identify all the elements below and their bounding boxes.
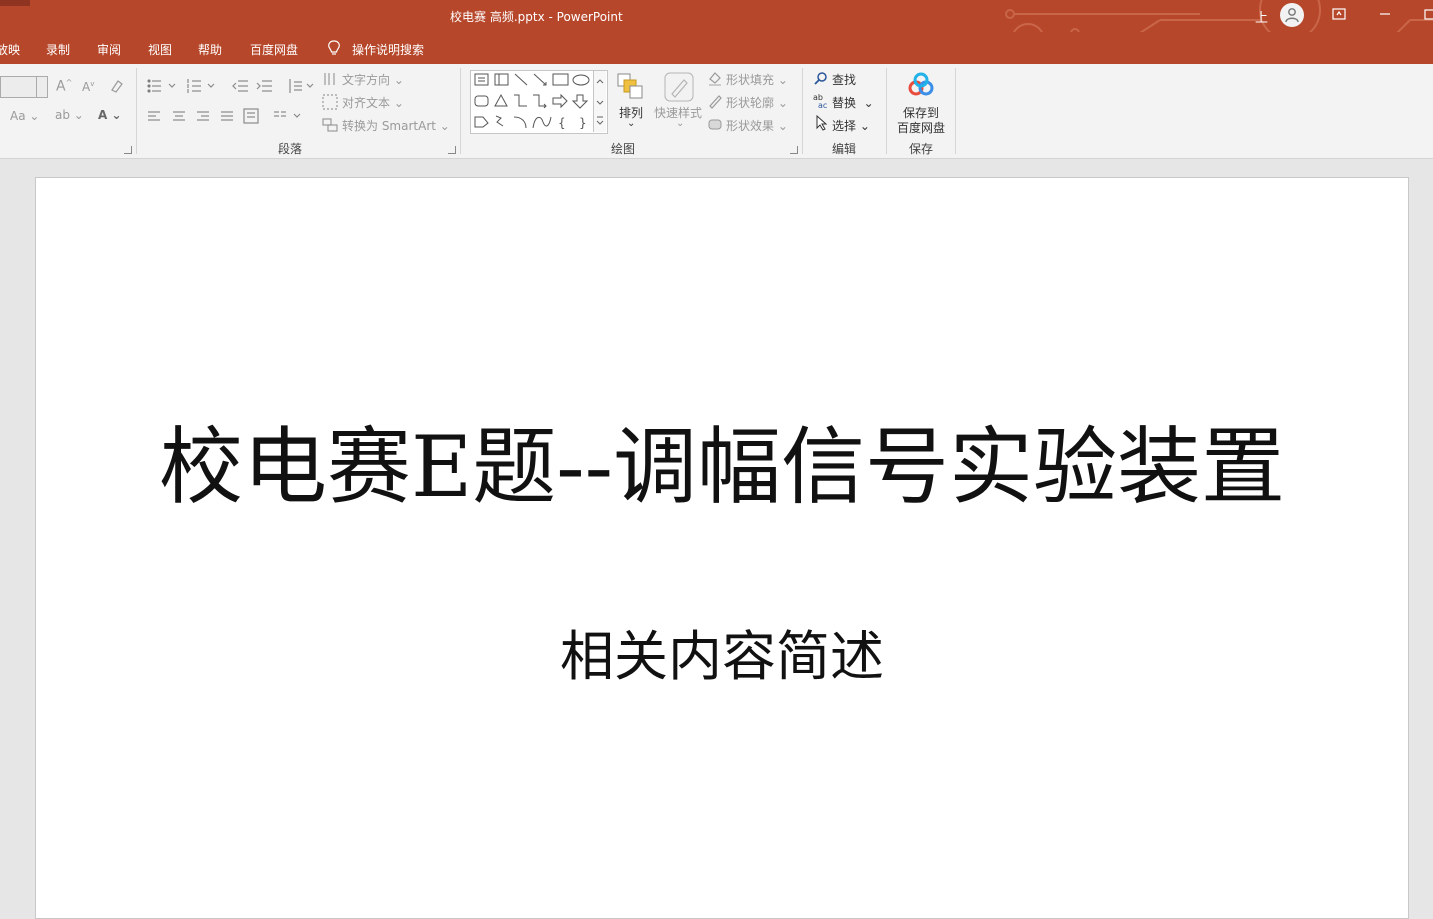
drawing-group-label: 绘图	[611, 142, 636, 156]
tab-view[interactable]: 视图	[148, 41, 172, 58]
shape-fill-button[interactable]: 形状填充 ⌄	[726, 71, 788, 88]
ribbon: A^ Av Aa ⌄ ab ⌄ A ⌄ 文字方向 ⌄ 对齐文本 ⌄ 转换为 Sm…	[0, 64, 1433, 159]
shape-effects-label: 形状效果	[726, 119, 775, 133]
shape-outline-label: 形状轮廓	[726, 96, 775, 110]
baidu-netdisk-icon[interactable]	[906, 72, 936, 98]
ribbon-display-icon	[1332, 8, 1346, 20]
smartart-icon[interactable]	[322, 117, 338, 133]
replace-button[interactable]: 替换 ⌄	[832, 94, 874, 111]
replace-label: 替换	[832, 96, 857, 110]
circuit-decoration-icon	[1005, 0, 1433, 32]
maximize-button[interactable]	[1424, 7, 1433, 25]
bullets-icon[interactable]	[147, 78, 177, 94]
change-case-button[interactable]: Aa ⌄	[10, 109, 39, 123]
editing-group-label: 编辑	[832, 142, 857, 156]
slide-canvas[interactable]: 校电赛E题--调幅信号实验装置 相关内容简述	[35, 177, 1409, 919]
user-icon	[1285, 8, 1299, 23]
justify-icon[interactable]	[220, 110, 234, 122]
group-separator	[886, 68, 887, 154]
window-corner	[0, 0, 30, 6]
account-avatar[interactable]	[1280, 3, 1304, 27]
ribbon-display-options-button[interactable]	[1332, 7, 1346, 25]
find-button[interactable]: 查找	[832, 71, 856, 88]
minimize-icon	[1380, 13, 1390, 15]
paragraph-group-label: 段落	[278, 142, 303, 156]
shapes-gallery-scrollbar[interactable]	[593, 71, 606, 132]
convert-smartart-label: 转换为 SmartArt	[342, 119, 436, 133]
numbering-icon[interactable]	[186, 78, 216, 94]
window-title: 校电赛 高频.pptx - PowerPoint	[450, 10, 623, 24]
minimize-button[interactable]	[1378, 7, 1392, 25]
lightbulb-icon	[328, 40, 340, 55]
align-text-button[interactable]: 对齐文本 ⌄	[342, 94, 404, 111]
align-text-icon[interactable]	[322, 94, 338, 110]
title-bar: 校电赛 高频.pptx - PowerPoint 上	[0, 0, 1433, 32]
change-case-label: Aa	[10, 109, 26, 123]
align-text-label: 对齐文本	[342, 96, 391, 110]
svg-text:}: }	[579, 116, 587, 130]
save-to-line2[interactable]: 百度网盘	[897, 119, 945, 136]
align-center-icon[interactable]	[172, 110, 186, 122]
arrange-dropdown-icon[interactable]: ⌄	[627, 118, 635, 129]
replace-icon[interactable]: abac	[812, 92, 830, 110]
shapes-gallery[interactable]: { }	[470, 70, 608, 134]
tab-review[interactable]: 审阅	[97, 41, 121, 58]
tab-help[interactable]: 帮助	[198, 41, 222, 58]
line-spacing-icon[interactable]	[287, 78, 315, 94]
ribbon-tabs: 放映 录制 审阅 视图 帮助 百度网盘 操作说明搜索	[0, 32, 1433, 64]
grow-font-icon[interactable]: A^	[56, 78, 72, 95]
search-icon[interactable]	[814, 71, 828, 85]
text-direction-label: 文字方向	[342, 73, 391, 87]
text-direction-button[interactable]: 文字方向 ⌄	[342, 71, 404, 88]
svg-text:{: {	[558, 116, 566, 130]
tell-me-search[interactable]: 操作说明搜索	[352, 41, 424, 58]
arrange-icon[interactable]	[616, 72, 644, 100]
quick-styles-icon[interactable]	[664, 72, 694, 102]
char-spacing-button[interactable]: ab ⌄	[55, 108, 84, 122]
shape-effects-icon[interactable]	[707, 116, 723, 132]
group-separator	[955, 68, 956, 154]
group-separator	[802, 68, 803, 154]
shape-outline-button[interactable]: 形状轮廓 ⌄	[726, 94, 788, 111]
shape-effects-button[interactable]: 形状效果 ⌄	[726, 117, 788, 134]
gallery-scroll-arrows-icon	[596, 79, 604, 125]
group-separator	[136, 68, 137, 154]
decrease-indent-icon[interactable]	[231, 78, 249, 94]
font-dialog-launcher[interactable]	[124, 146, 132, 154]
tab-record[interactable]: 录制	[46, 41, 70, 58]
font-color-button[interactable]: A ⌄	[98, 108, 122, 122]
svg-text:ac: ac	[818, 101, 827, 110]
slide-title[interactable]: 校电赛E题--调幅信号实验装置	[36, 400, 1408, 521]
text-direction-icon[interactable]	[322, 71, 338, 87]
slide-subtitle[interactable]: 相关内容简述	[36, 612, 1408, 691]
paint-bucket-icon[interactable]	[707, 70, 723, 86]
pen-icon[interactable]	[707, 93, 723, 109]
clear-format-icon[interactable]	[108, 78, 124, 94]
drawing-dialog-launcher[interactable]	[790, 146, 798, 154]
cursor-icon[interactable]	[815, 115, 829, 131]
shapes-gallery-icons[interactable]: { }	[471, 71, 595, 133]
maximize-icon	[1424, 9, 1433, 20]
user-initial: 上	[1255, 11, 1269, 26]
increase-indent-icon[interactable]	[255, 78, 273, 94]
save-group-label: 保存	[909, 142, 934, 156]
distributed-icon[interactable]	[243, 108, 259, 124]
quick-styles-dropdown-icon[interactable]: ⌄	[676, 118, 684, 129]
group-separator	[460, 68, 461, 154]
select-button[interactable]: 选择 ⌄	[832, 117, 870, 134]
shape-fill-label: 形状填充	[726, 73, 775, 87]
columns-icon[interactable]	[273, 110, 303, 122]
convert-smartart-button[interactable]: 转换为 SmartArt ⌄	[342, 117, 450, 134]
tab-baidu-netdisk[interactable]: 百度网盘	[250, 41, 298, 58]
align-right-icon[interactable]	[196, 110, 210, 122]
font-size-box[interactable]	[0, 76, 48, 98]
align-left-icon[interactable]	[147, 110, 161, 122]
paragraph-dialog-launcher[interactable]	[448, 146, 456, 154]
tab-slideshow[interactable]: 放映	[0, 41, 20, 58]
font-size-dropdown[interactable]	[36, 77, 47, 97]
select-label: 选择	[832, 119, 857, 133]
shrink-font-icon[interactable]: Av	[82, 80, 94, 94]
